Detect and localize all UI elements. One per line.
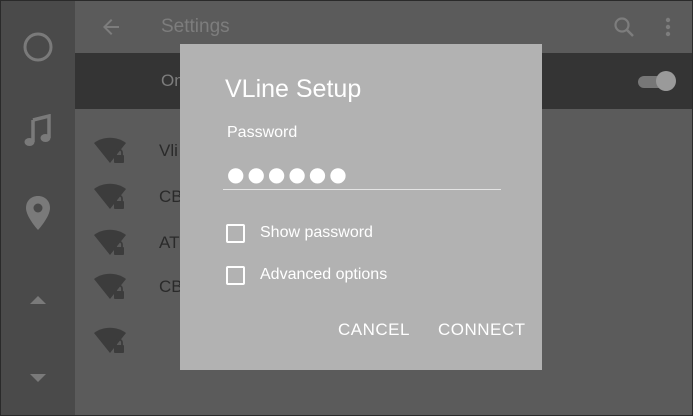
chevron-up-icon	[30, 296, 46, 304]
location-button[interactable]	[1, 191, 75, 235]
home-circle-icon	[23, 32, 53, 62]
wifi-setup-dialog: VLine Setup Password Show password Advan…	[180, 44, 542, 370]
chevron-down-icon	[30, 374, 46, 382]
wifi-lock-icon	[94, 229, 126, 255]
app-frame: Settings On Vli CB AT CB VLine Setup Pas…	[0, 0, 693, 416]
advanced-options-label: Advanced options	[260, 266, 388, 283]
scroll-up-button[interactable]	[1, 285, 75, 313]
toggle-thumb	[656, 71, 676, 91]
page-title: Settings	[161, 16, 230, 37]
nav-rail	[1, 1, 75, 415]
wifi-lock-icon	[94, 273, 126, 299]
show-password-option[interactable]: Show password	[226, 221, 373, 245]
music-button[interactable]	[1, 109, 75, 153]
home-button[interactable]	[1, 25, 75, 69]
show-password-label: Show password	[260, 224, 373, 241]
more-vert-icon[interactable]	[656, 15, 680, 39]
wifi-toggle-switch[interactable]	[638, 70, 676, 92]
arrow-left-icon[interactable]	[99, 15, 123, 39]
advanced-options-checkbox[interactable]	[226, 265, 245, 285]
dialog-title: VLine Setup	[225, 75, 362, 103]
wifi-lock-icon	[94, 137, 126, 163]
cancel-button[interactable]: CANCEL	[338, 320, 410, 340]
connect-button[interactable]: CONNECT	[438, 320, 526, 340]
network-name: Vli	[159, 141, 178, 160]
scroll-down-button[interactable]	[1, 365, 75, 393]
password-input[interactable]	[223, 158, 501, 190]
password-label: Password	[227, 124, 298, 141]
network-name: AT	[159, 233, 180, 252]
show-password-checkbox[interactable]	[226, 223, 245, 243]
music-note-icon	[24, 114, 51, 146]
location-pin-icon	[26, 196, 50, 230]
wifi-lock-icon	[94, 183, 126, 209]
wifi-lock-icon	[94, 327, 126, 353]
search-icon[interactable]	[612, 15, 636, 39]
advanced-options-option[interactable]: Advanced options	[226, 263, 387, 287]
